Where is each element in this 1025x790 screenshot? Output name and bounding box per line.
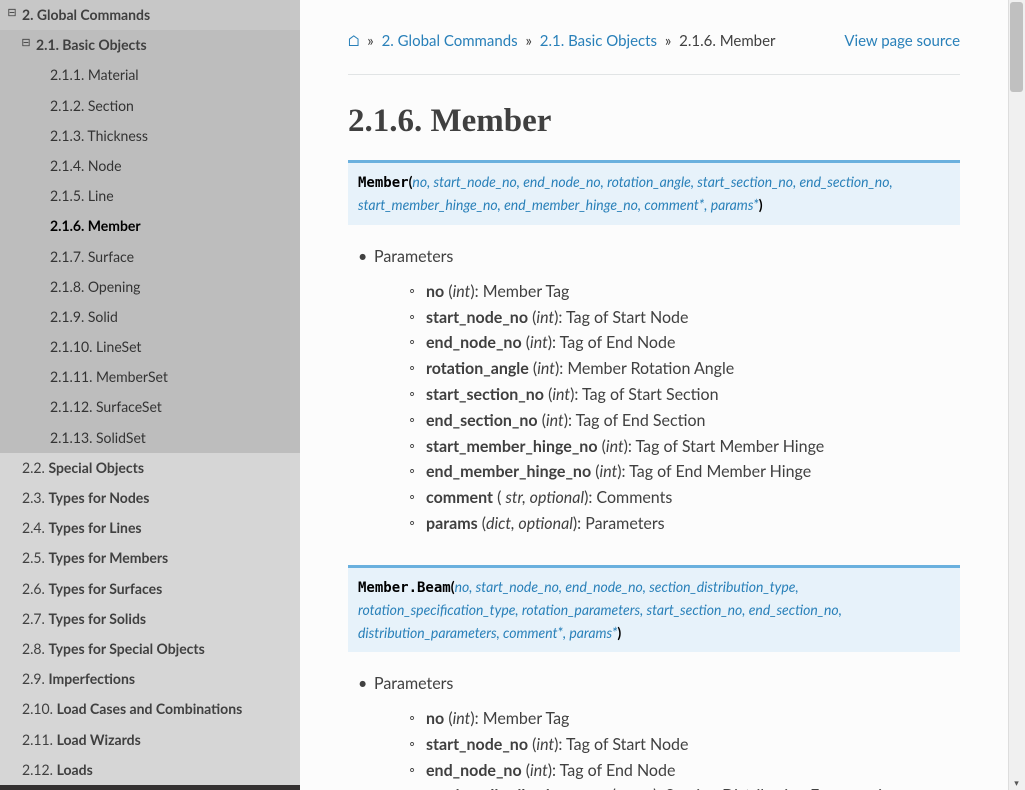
home-icon[interactable]: ⌂ <box>348 32 359 50</box>
parameters-heading: Parameters <box>374 247 960 266</box>
nav-item[interactable]: 2.8. Types for Special Objects <box>0 634 300 664</box>
nav-item[interactable]: 2.10. Load Cases and Combinations <box>0 694 300 724</box>
signature-member-beam: Member.Beam(no, start_node_no, end_node_… <box>348 565 960 652</box>
parameters-heading: Parameters <box>374 674 960 693</box>
nav-item[interactable]: 2.1.3. Thickness <box>0 121 300 151</box>
param-item: start_node_no (int): Tag of Start Node <box>426 306 960 331</box>
nav-item[interactable]: 2.12. Loads <box>0 755 300 785</box>
scrollbar-track[interactable]: ▾ <box>1008 0 1025 790</box>
nav-item[interactable]: 2.1.9. Solid <box>0 302 300 332</box>
nav-item[interactable]: 2.1.11. MemberSet <box>0 362 300 392</box>
nav-item[interactable]: 2.9. Imperfections <box>0 664 300 694</box>
nav-item[interactable]: 2.1.6. Member <box>0 211 300 241</box>
collapse-icon[interactable]: ⊟ <box>20 36 32 50</box>
nav-item[interactable]: 2.1.12. SurfaceSet <box>0 392 300 422</box>
param-item: no (int): Member Tag <box>426 280 960 305</box>
nav-item[interactable]: 2.3. Types for Nodes <box>0 483 300 513</box>
param-item: no (int): Member Tag <box>426 707 960 732</box>
nav-item[interactable]: 2.1.7. Surface <box>0 242 300 272</box>
view-source-link[interactable]: View page source <box>844 32 960 50</box>
breadcrumb-link[interactable]: 2. Global Commands <box>382 32 518 50</box>
signature-member: Member(no, start_node_no, end_node_no, r… <box>348 160 960 225</box>
param-item: start_section_no (int): Tag of Start Sec… <box>426 383 960 408</box>
nav-item[interactable]: 2.1.4. Node <box>0 151 300 181</box>
sidebar-nav: ⊟2. Global Commands⊟2.1. Basic Objects2.… <box>0 0 300 790</box>
param-item: params (dict, optional): Parameters <box>426 512 960 537</box>
nav-item[interactable]: 2.7. Types for Solids <box>0 604 300 634</box>
nav-item[interactable]: 2.1.2. Section <box>0 91 300 121</box>
param-item: start_member_hinge_no (int): Tag of Star… <box>426 435 960 460</box>
nav-global-commands[interactable]: ⊟2. Global Commands <box>0 0 300 30</box>
param-item: comment ( str, optional): Comments <box>426 486 960 511</box>
main-content: ⌂ » 2. Global Commands » 2.1. Basic Obje… <box>300 0 1008 790</box>
scrollbar-thumb[interactable] <box>1010 2 1023 92</box>
nav-item[interactable]: 2.1.5. Line <box>0 181 300 211</box>
page-title: 2.1.6. Member <box>348 103 960 140</box>
breadcrumb: ⌂ » 2. Global Commands » 2.1. Basic Obje… <box>348 24 960 75</box>
nav-basic-objects[interactable]: ⊟2.1. Basic Objects <box>0 30 300 60</box>
breadcrumb-link[interactable]: 2.1. Basic Objects <box>540 32 657 50</box>
nav-item[interactable]: 2.1.1. Material <box>0 60 300 90</box>
param-item: start_node_no (int): Tag of Start Node <box>426 733 960 758</box>
parameters-block-1: Parameters no (int): Member Tagstart_nod… <box>348 247 960 537</box>
param-item: section_distribution_type (enum): Sectio… <box>426 784 960 790</box>
param-item: end_node_no (int): Tag of End Node <box>426 331 960 356</box>
nav-item[interactable]: 2.1.13. SolidSet <box>0 423 300 453</box>
param-item: end_node_no (int): Tag of End Node <box>426 759 960 784</box>
scroll-down-arrow[interactable]: ▾ <box>1011 777 1022 788</box>
collapse-icon[interactable]: ⊟ <box>6 6 18 20</box>
nav-item[interactable]: 2.4. Types for Lines <box>0 513 300 543</box>
param-item: end_section_no (int): Tag of End Section <box>426 409 960 434</box>
nav-item[interactable]: 2.1.10. LineSet <box>0 332 300 362</box>
param-item: end_member_hinge_no (int): Tag of End Me… <box>426 460 960 485</box>
nav-item[interactable]: 2.11. Load Wizards <box>0 725 300 755</box>
nav-item[interactable]: 2.5. Types for Members <box>0 543 300 573</box>
nav-item[interactable]: 2.2. Special Objects <box>0 453 300 483</box>
breadcrumb-current: 2.1.6. Member <box>679 32 775 50</box>
nav-item[interactable]: 2.1.8. Opening <box>0 272 300 302</box>
nav-item[interactable]: 2.6. Types for Surfaces <box>0 574 300 604</box>
parameters-block-2: Parameters no (int): Member Tagstart_nod… <box>348 674 960 790</box>
param-item: rotation_angle (int): Member Rotation An… <box>426 357 960 382</box>
